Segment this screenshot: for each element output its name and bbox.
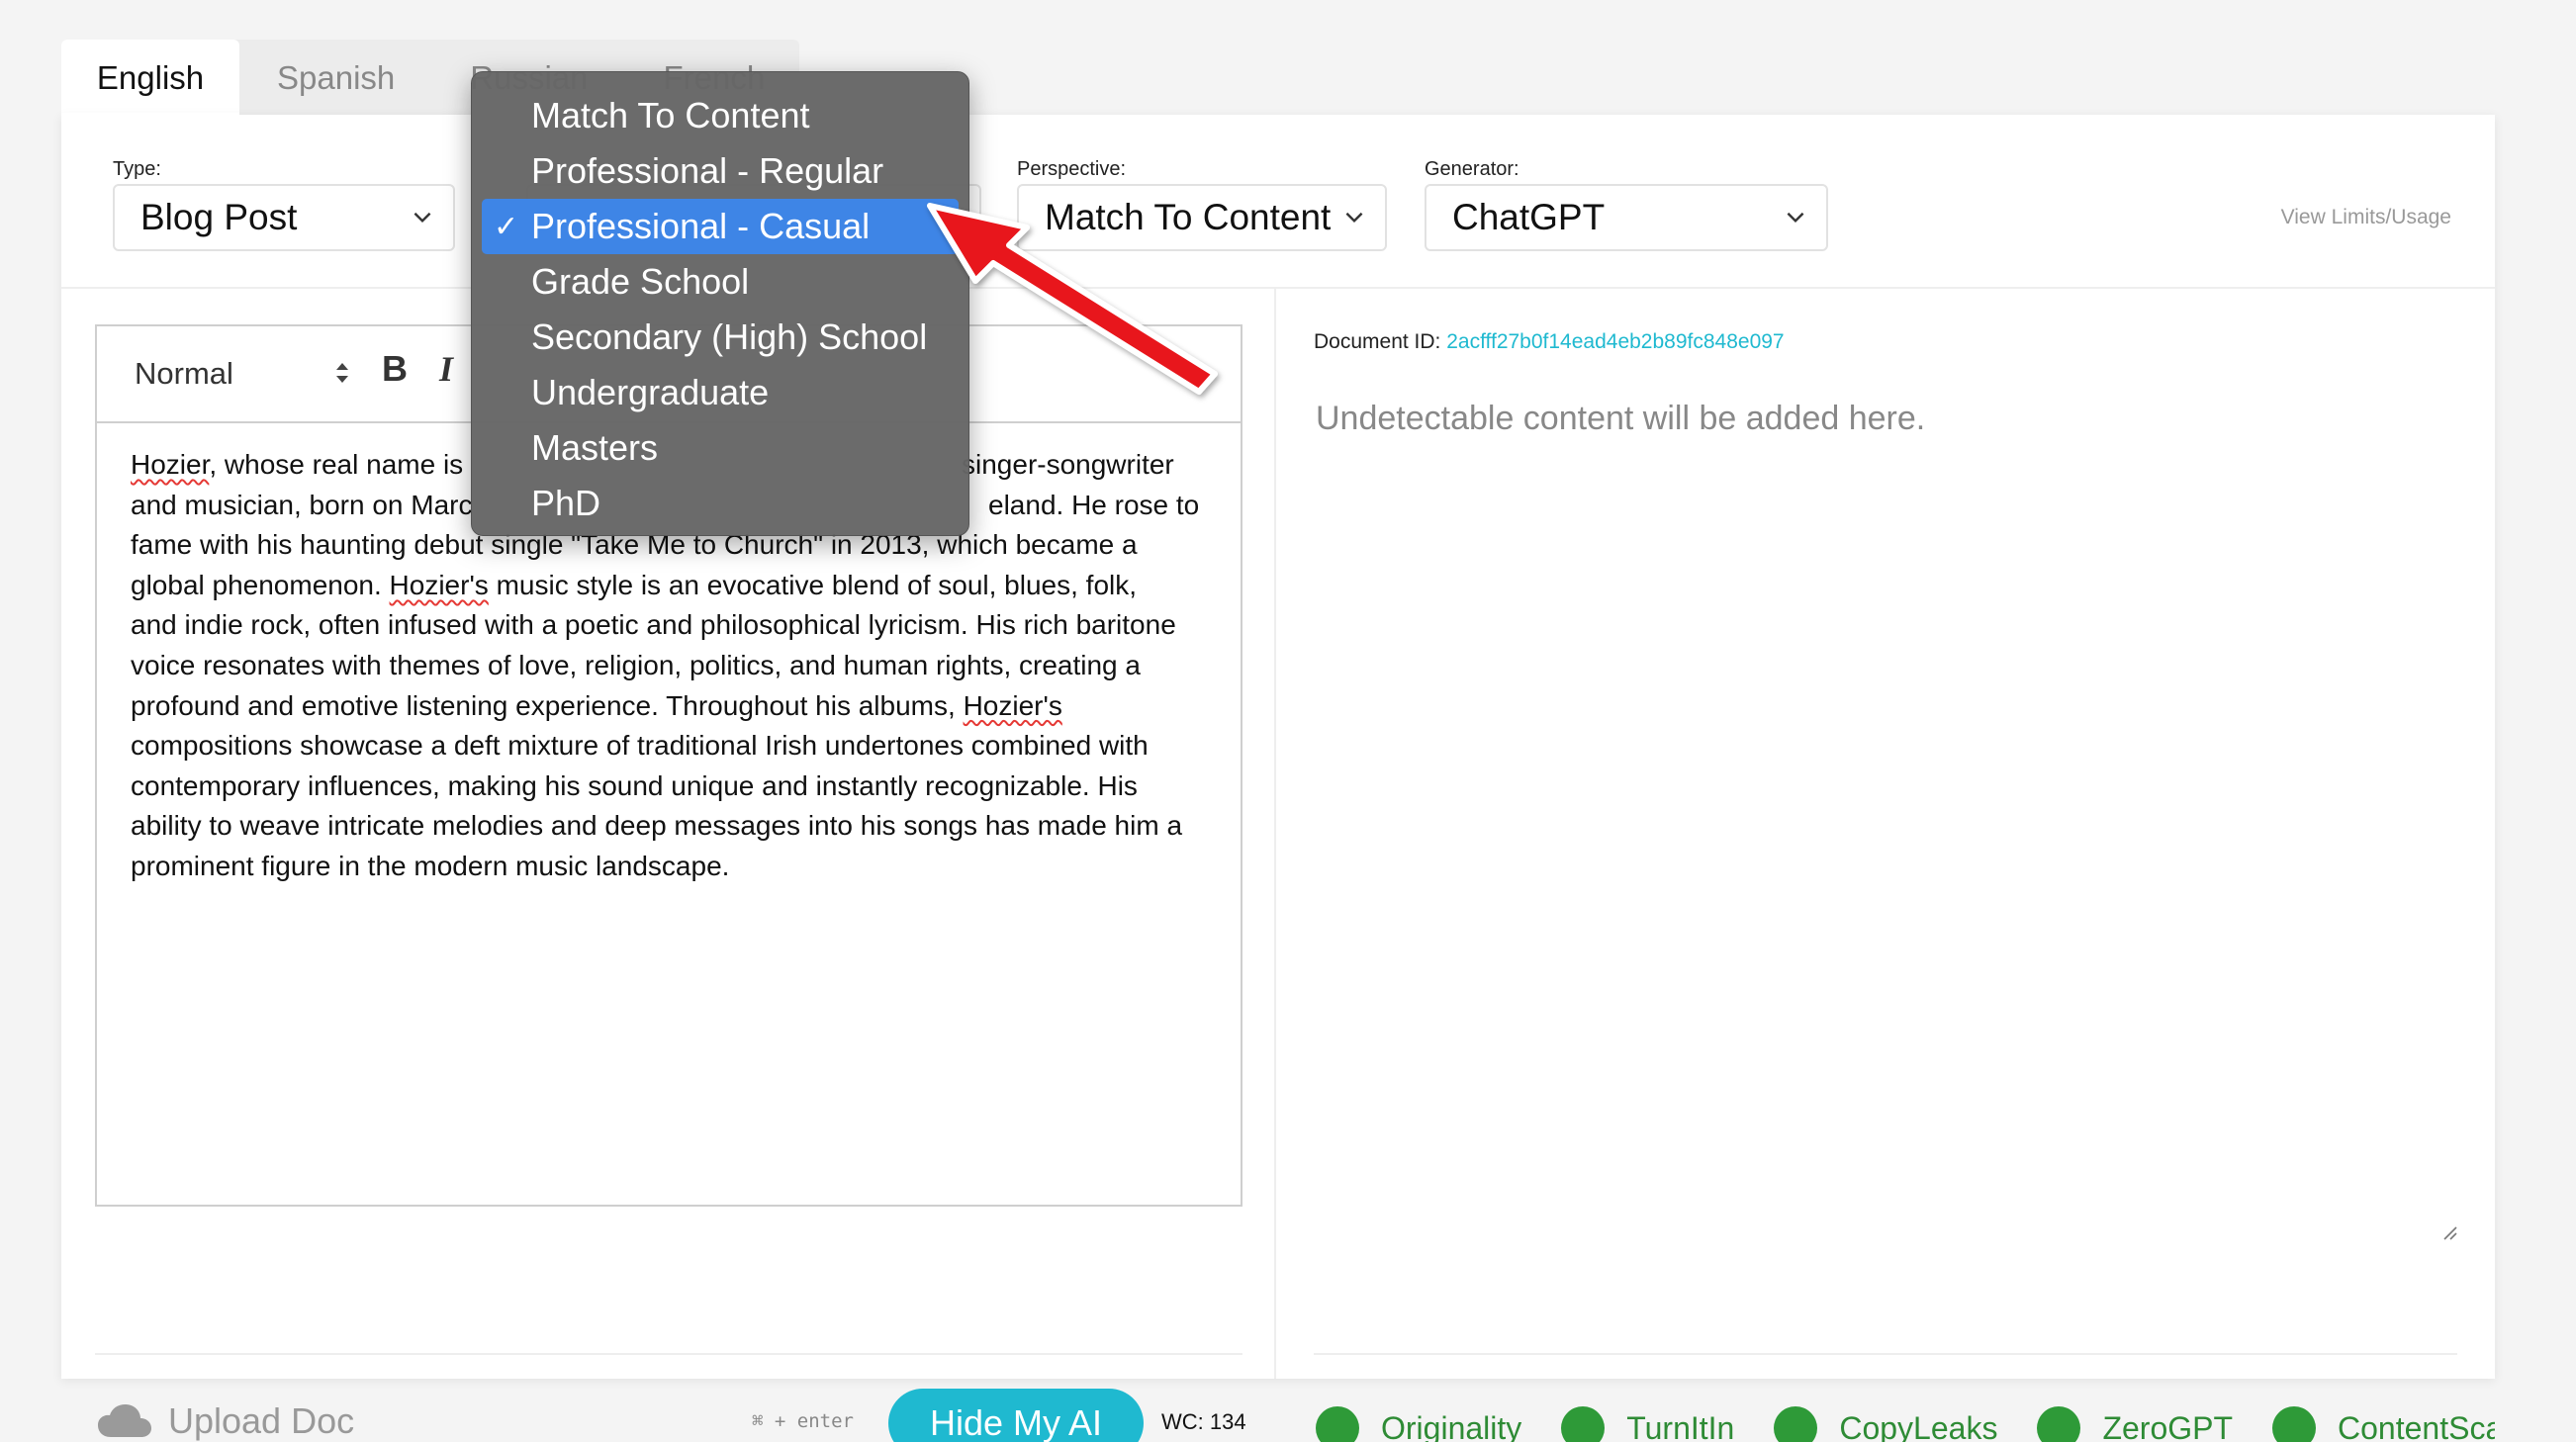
editor-line: compositions showcase a deft mixture of … (131, 730, 1149, 762)
main-card: Type: Blog Post Perspective: Match To Co… (61, 113, 2495, 1442)
spell-error: Hozier's (389, 569, 489, 600)
divider (1314, 1353, 2457, 1355)
dropdown-item-secondary-school[interactable]: Secondary (High) School (482, 310, 959, 365)
detector-name: ContentScale (2338, 1409, 2495, 1442)
detector-originality: Originality (1316, 1406, 1521, 1442)
editor-line-segment: profound and emotive listening experienc… (131, 689, 964, 721)
type-select[interactable]: Blog Post (113, 184, 455, 251)
editor-line: and indie rock, often infused with a poe… (131, 609, 1176, 641)
editor-line: contemporary influences, making his soun… (131, 769, 1138, 801)
word-count: WC: 134 (1161, 1409, 1246, 1434)
editor-line-segment: , whose real name is (209, 449, 464, 480)
editor-line: voice resonates with themes of love, rel… (131, 649, 1141, 680)
red-arrow-annotation-icon (927, 203, 1218, 395)
dropdown-item-label: Professional - Casual (531, 206, 871, 246)
status-dot-icon (2272, 1406, 2317, 1442)
spell-error: Hozier's (963, 689, 1062, 721)
editor-line-segment: music style is an evocative blend of sou… (488, 569, 1138, 600)
detector-status-list: Originality TurnItIn CopyLeaks ZeroGPT C… (1316, 1406, 2495, 1442)
editor-line-segment: singer-songwriter (962, 449, 1174, 480)
tab-spanish[interactable]: Spanish (239, 40, 432, 117)
controls-bar: Type: Blog Post Perspective: Match To Co… (61, 115, 2495, 289)
resize-handle-icon[interactable] (2439, 1222, 2457, 1240)
upload-doc-button[interactable]: Upload Doc (97, 1400, 354, 1442)
editor-line-segment: and musician, born on Marc (131, 489, 473, 520)
detector-zerogpt: ZeroGPT (2037, 1406, 2233, 1442)
bold-button[interactable]: B (382, 348, 408, 390)
dropdown-item-masters[interactable]: Masters (482, 420, 959, 476)
detector-copyleaks: CopyLeaks (1774, 1406, 1997, 1442)
tab-english[interactable]: English (61, 40, 239, 117)
editor-line: ability to weave intricate melodies and … (131, 810, 1183, 842)
format-select[interactable]: Normal (135, 356, 233, 392)
status-dot-icon (2037, 1406, 2081, 1442)
dropdown-item-professional-regular[interactable]: Professional - Regular (482, 143, 959, 199)
checkmark-icon: ✓ (494, 210, 519, 243)
detector-name: CopyLeaks (1839, 1409, 1998, 1442)
divider (95, 1353, 1242, 1355)
generator-value: ChatGPT (1452, 197, 1606, 237)
chevron-down-icon (1787, 212, 1804, 224)
dropdown-item-grade-school[interactable]: Grade School (482, 254, 959, 310)
perspective-label: Perspective: (1017, 158, 1127, 180)
editor-line-segment: eland. He rose to (988, 489, 1200, 520)
output-pane: Document ID: 2acfff27b0f14ead4eb2b89fc84… (1278, 289, 2495, 1442)
chevron-down-icon (414, 212, 431, 224)
readability-dropdown-menu: Match To Content Professional - Regular … (471, 71, 969, 536)
upload-doc-label: Upload Doc (168, 1400, 355, 1441)
document-id-value[interactable]: 2acfff27b0f14ead4eb2b89fc848e097 (1446, 330, 1784, 353)
chevron-down-icon (1345, 212, 1363, 224)
detector-turnitin: TurnItIn (1561, 1406, 1734, 1442)
italic-button[interactable]: I (439, 348, 453, 390)
editor-line-segment: global phenomenon. (131, 569, 390, 600)
dropdown-item-phd[interactable]: PhD (482, 476, 959, 531)
generator-label: Generator: (1425, 158, 1519, 180)
status-dot-icon (1316, 1406, 1359, 1442)
cloud-icon (98, 1404, 151, 1437)
status-dot-icon (1774, 1406, 1818, 1442)
view-limits-link[interactable]: View Limits/Usage (2281, 206, 2451, 229)
editor-line: profound and emotive listening experienc… (131, 686, 1229, 727)
shortcut-hint: ⌘ + enter (752, 1410, 854, 1432)
dropdown-item-match-to-content[interactable]: Match To Content (482, 88, 959, 143)
detector-name: Originality (1381, 1409, 1522, 1442)
detector-name: TurnItIn (1626, 1409, 1735, 1442)
document-id: Document ID: 2acfff27b0f14ead4eb2b89fc84… (1314, 330, 1785, 354)
status-dot-icon (1561, 1406, 1606, 1442)
type-label: Type: (113, 158, 161, 180)
dropdown-item-professional-casual[interactable]: ✓ Professional - Casual (482, 199, 959, 254)
document-id-label: Document ID: (1314, 330, 1447, 353)
up-down-arrows-icon (336, 363, 348, 383)
spell-error: Hozier (131, 449, 210, 480)
hide-my-ai-button[interactable]: Hide My AI (888, 1389, 1144, 1442)
detector-contentscale: ContentScale (2272, 1406, 2495, 1442)
detector-name: ZeroGPT (2102, 1409, 2234, 1442)
generator-select[interactable]: ChatGPT (1425, 184, 1828, 251)
output-textarea[interactable]: Undetectable content will be added here. (1316, 400, 1925, 438)
editor-line: prominent figure in the modern music lan… (131, 850, 730, 881)
editor-line: global phenomenon. Hozier's music style … (131, 566, 1229, 606)
dropdown-item-undergraduate[interactable]: Undergraduate (482, 365, 959, 420)
type-value: Blog Post (140, 197, 298, 237)
